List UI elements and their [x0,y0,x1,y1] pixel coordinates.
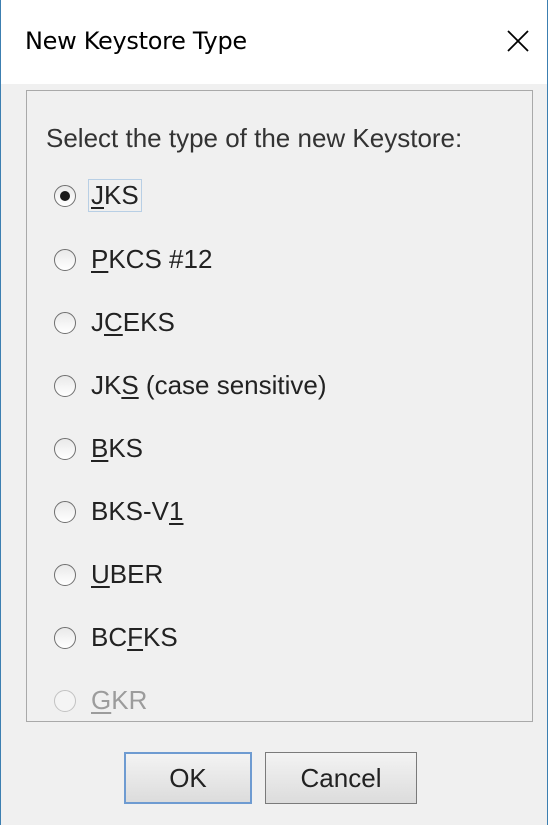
radio-uber[interactable]: UBER [54,556,494,596]
radio-button[interactable] [54,185,76,207]
radio-button[interactable] [54,249,76,271]
radio-label: UBER [91,559,164,589]
keystore-type-panel: Select the type of the new Keystore: JKS… [26,90,533,722]
radio-button[interactable] [54,564,76,586]
radio-jceks[interactable]: JCEKS [54,304,494,344]
radio-button[interactable] [54,375,76,397]
radio-label: JCEKS [91,307,175,337]
radio-button-disabled [54,690,76,712]
radio-label: JKS (case sensitive) [91,370,327,400]
radio-label: BKS-V1 [91,496,184,526]
radio-label: JKS [88,179,142,212]
radio-button[interactable] [54,312,76,334]
radio-gkr: GKR [54,682,494,722]
radio-button[interactable] [54,627,76,649]
radio-pkcs12[interactable]: PKCS #12 [54,241,494,281]
radio-button[interactable] [54,501,76,523]
new-keystore-type-dialog: New Keystore Type Select the type of the… [0,0,548,825]
radio-label: BKS [91,433,144,463]
radio-bcfks[interactable]: BCFKS [54,619,494,659]
radio-label: GKR [91,685,148,715]
cancel-button[interactable]: Cancel [265,752,417,804]
prompt-label: Select the type of the new Keystore: [46,123,463,153]
radio-selected-dot [60,191,70,201]
dialog-title: New Keystore Type [25,27,247,55]
ok-button[interactable]: OK [124,752,252,804]
radio-jks[interactable]: JKS [54,177,494,217]
radio-label: BCFKS [91,622,178,652]
radio-button[interactable] [54,438,76,460]
close-icon [507,30,529,52]
radio-bks[interactable]: BKS [54,430,494,470]
close-button[interactable] [497,20,539,62]
radio-label: PKCS #12 [91,244,213,274]
radio-jks-case-sensitive[interactable]: JKS (case sensitive) [54,367,494,407]
radio-bks-v1[interactable]: BKS-V1 [54,493,494,533]
title-bar: New Keystore Type [1,0,547,84]
